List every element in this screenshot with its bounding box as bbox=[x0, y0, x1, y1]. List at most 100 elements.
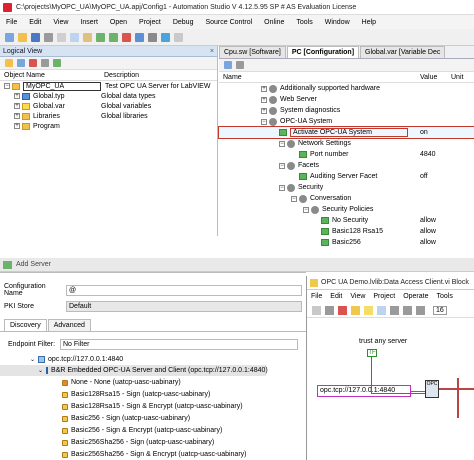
build-icon[interactable] bbox=[122, 32, 131, 42]
lv-menu-operate[interactable]: Operate bbox=[399, 293, 432, 300]
tab-global-var[interactable]: Global.var [Variable Dec bbox=[360, 46, 446, 58]
endpoint-item[interactable]: None - None (uatcp-uasc-uabinary) bbox=[0, 377, 306, 388]
lv-menu-project[interactable]: Project bbox=[369, 293, 399, 300]
step-into-icon[interactable] bbox=[390, 305, 399, 315]
row-value[interactable]: 4840 bbox=[420, 151, 436, 158]
properties-icon[interactable] bbox=[41, 59, 49, 67]
opc-connect-node[interactable]: OPC bbox=[425, 380, 439, 398]
menu-insert[interactable]: Insert bbox=[74, 19, 104, 26]
tab-pc-configuration[interactable]: PC [Configuration] bbox=[286, 46, 360, 58]
expand-icon[interactable]: + bbox=[14, 93, 20, 99]
row-value[interactable]: off bbox=[420, 173, 428, 180]
paste-icon[interactable] bbox=[83, 32, 92, 42]
table-row[interactable]: − Network Settings bbox=[219, 138, 474, 149]
lv-menu-edit[interactable]: Edit bbox=[326, 293, 346, 300]
url-constant[interactable]: opc.tcp://127.0.0.1:4840 bbox=[317, 385, 411, 397]
font-size-field[interactable]: 16 bbox=[433, 305, 447, 315]
list-item[interactable]: − MyOPC_UA Test OPC UA Server for LabVIE… bbox=[0, 81, 217, 91]
lv-menu-file[interactable]: File bbox=[307, 293, 326, 300]
endpoint-item[interactable]: Basic256 - Sign & Encrypt (uatcp-uasc-ua… bbox=[0, 425, 306, 436]
table-row[interactable]: Activate OPC-UA System on bbox=[218, 126, 474, 139]
copy-icon[interactable] bbox=[70, 32, 79, 42]
menu-help[interactable]: Help bbox=[356, 19, 382, 26]
lv-menu-view[interactable]: View bbox=[346, 293, 369, 300]
row-value[interactable]: allow bbox=[420, 239, 436, 246]
table-row[interactable]: − Conversation bbox=[219, 193, 474, 204]
step-over-icon[interactable] bbox=[403, 305, 412, 315]
menu-view[interactable]: View bbox=[47, 19, 74, 26]
undo-icon[interactable] bbox=[96, 32, 105, 42]
col-value[interactable]: Value bbox=[420, 74, 437, 81]
settings-icon[interactable] bbox=[148, 32, 157, 42]
table-row[interactable]: Auditing Server Facet off bbox=[219, 171, 474, 182]
highlight-execution-icon[interactable] bbox=[364, 305, 373, 315]
col-name[interactable]: Name bbox=[219, 74, 242, 81]
refresh-icon[interactable] bbox=[53, 59, 61, 67]
endpoint-item[interactable]: Basic256Sha256 - Sign & Encrypt (uatcp-u… bbox=[0, 449, 306, 460]
tab-cpu-software[interactable]: Cpu.sw [Software] bbox=[219, 46, 286, 58]
expand-icon[interactable]: + bbox=[14, 113, 20, 119]
endpoint-item[interactable]: Basic256 - Sign (uatcp-uasc-uabinary) bbox=[0, 413, 306, 424]
menu-tools[interactable]: Tools bbox=[290, 19, 318, 26]
row-value[interactable]: allow bbox=[420, 228, 436, 235]
endpoint-item[interactable]: Basic128Rsa15 - Sign (uatcp-uasc-uabinar… bbox=[0, 389, 306, 400]
list-item[interactable]: + Libraries Global libraries bbox=[0, 111, 217, 121]
menu-source-control[interactable]: Source Control bbox=[199, 19, 258, 26]
filter-icon[interactable] bbox=[236, 61, 244, 69]
print-icon[interactable] bbox=[44, 32, 53, 42]
pause-icon[interactable] bbox=[351, 305, 360, 315]
collapse-icon[interactable]: − bbox=[4, 83, 10, 89]
table-row[interactable]: Port number 4840 bbox=[219, 149, 474, 160]
table-row[interactable]: No Security allow bbox=[219, 215, 474, 226]
server-item[interactable]: ⌄ B&R Embedded OPC-UA Server and Client … bbox=[0, 365, 268, 376]
online-icon[interactable] bbox=[161, 32, 170, 42]
find-icon[interactable] bbox=[174, 32, 183, 42]
menu-project[interactable]: Project bbox=[133, 19, 167, 26]
tab-advanced[interactable]: Advanced bbox=[47, 319, 91, 331]
lv-menu-tools[interactable]: Tools bbox=[432, 293, 456, 300]
open-icon[interactable] bbox=[18, 32, 27, 42]
col-unit[interactable]: Unit bbox=[451, 74, 463, 81]
row-value[interactable]: allow bbox=[420, 217, 436, 224]
list-item[interactable]: + Global.var Global variables bbox=[0, 101, 217, 111]
menu-debug[interactable]: Debug bbox=[167, 19, 200, 26]
step-out-icon[interactable] bbox=[416, 305, 425, 315]
table-row[interactable]: + Web Server bbox=[219, 94, 474, 105]
col-description[interactable]: Description bbox=[104, 72, 139, 79]
retain-wire-icon[interactable] bbox=[377, 305, 386, 315]
table-row[interactable]: + System diagnostics bbox=[219, 105, 474, 116]
menu-edit[interactable]: Edit bbox=[23, 19, 47, 26]
new-icon[interactable] bbox=[5, 32, 14, 42]
row-value[interactable]: on bbox=[420, 129, 428, 136]
close-icon[interactable]: × bbox=[210, 48, 214, 55]
tab-discovery[interactable]: Discovery bbox=[4, 319, 47, 331]
redo-icon[interactable] bbox=[109, 32, 118, 42]
delete-icon[interactable] bbox=[29, 59, 37, 67]
table-row[interactable]: + Additionally supported hardware bbox=[219, 83, 474, 94]
table-row[interactable]: − Security Policies bbox=[219, 204, 474, 215]
endpoint-item[interactable]: Basic256Sha256 - Sign (uatcp-uasc-uabina… bbox=[0, 437, 306, 448]
add-icon[interactable] bbox=[17, 59, 25, 67]
list-item[interactable]: + Program bbox=[0, 121, 217, 131]
table-row[interactable]: − Facets bbox=[219, 160, 474, 171]
menu-file[interactable]: File bbox=[0, 19, 23, 26]
table-row[interactable]: Basic256 allow bbox=[219, 237, 474, 248]
save-icon[interactable] bbox=[31, 32, 40, 42]
folder-icon[interactable] bbox=[5, 59, 13, 67]
expand-icon[interactable]: + bbox=[14, 103, 20, 109]
expand-all-icon[interactable] bbox=[224, 61, 232, 69]
table-row[interactable]: Basic128 Rsa15 allow bbox=[219, 226, 474, 237]
server-url-item[interactable]: ⌄ opc.tcp://127.0.0.1:4840 bbox=[0, 354, 306, 365]
run-continuous-icon[interactable] bbox=[325, 305, 334, 315]
cut-icon[interactable] bbox=[57, 32, 66, 42]
endpoint-filter-select[interactable]: No Filter bbox=[60, 338, 298, 350]
expand-icon[interactable]: + bbox=[14, 123, 20, 129]
menu-open[interactable]: Open bbox=[104, 19, 133, 26]
transfer-icon[interactable] bbox=[135, 32, 144, 42]
table-row[interactable]: − Security bbox=[219, 182, 474, 193]
endpoint-item[interactable]: Basic128Rsa15 - Sign & Encrypt (uatcp-ua… bbox=[0, 401, 306, 412]
boolean-constant[interactable]: TF bbox=[367, 349, 377, 357]
collapse-icon[interactable]: ⌄ bbox=[38, 367, 43, 374]
block-diagram[interactable]: trust any server TF opc.tcp://127.0.0.1:… bbox=[307, 318, 474, 460]
run-arrow-icon[interactable] bbox=[312, 305, 321, 315]
